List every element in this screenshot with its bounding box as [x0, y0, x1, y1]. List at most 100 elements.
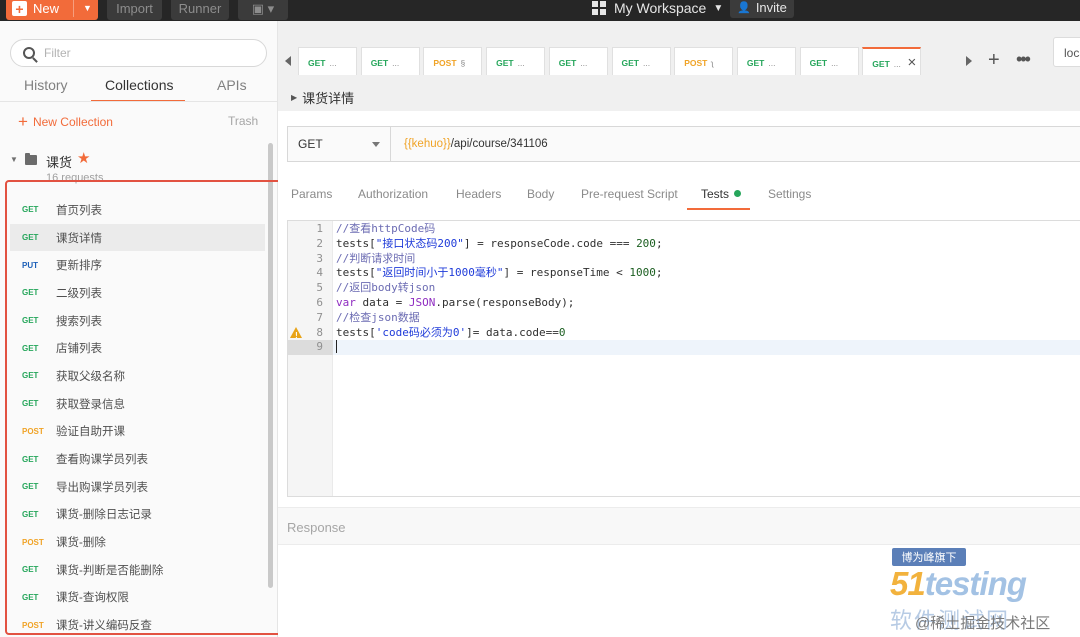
request-name: 获取登录信息	[56, 398, 125, 411]
sidebar-request-item[interactable]: GET 搜索列表	[10, 307, 265, 335]
watermark-logo-number: 51	[890, 565, 926, 602]
caret-down-icon[interactable]: ▼	[83, 3, 92, 13]
environment-selector[interactable]: loca	[1053, 37, 1080, 67]
method-badge: GET	[22, 592, 39, 602]
request-tab[interactable]: GET... ×	[862, 47, 922, 75]
response-label: Response	[287, 520, 346, 535]
code-line[interactable]: 9	[288, 340, 1080, 356]
url-bar: GET {{kehuo}}/api/course/341106	[287, 126, 1080, 162]
sidebar-request-item[interactable]: GET 获取登录信息	[10, 390, 265, 418]
request-name: 导出购课学员列表	[56, 481, 148, 494]
runner-button[interactable]: Runner	[171, 0, 229, 20]
method-select[interactable]: GET	[288, 127, 391, 161]
request-tab[interactable]: POST ʅ	[674, 47, 734, 75]
new-window-button[interactable]: ▣ ▾	[238, 0, 288, 20]
sidebar-request-item[interactable]: POST 课货-删除	[10, 528, 265, 556]
code-line[interactable]: 5 //返回body转json	[288, 281, 1080, 296]
line-number: 5	[316, 281, 323, 295]
request-tab[interactable]: GET...	[548, 47, 608, 75]
tab-history[interactable]: History	[24, 77, 68, 93]
tab-method: GET	[558, 58, 577, 68]
sidebar-request-item[interactable]: GET 二级列表	[10, 279, 265, 307]
tab-apis[interactable]: APIs	[217, 77, 247, 93]
scrollbar[interactable]	[268, 143, 273, 588]
sidebar-request-item[interactable]: POST 课货-讲义编码反查	[10, 611, 265, 637]
tab-ellipsis: ...	[768, 58, 776, 68]
tab-body[interactable]: Body	[527, 187, 554, 201]
tab-method: GET	[496, 58, 514, 68]
tab-tests[interactable]: Tests	[701, 187, 742, 201]
tab-method: POST	[433, 58, 457, 68]
invite-button[interactable]: 👤 Invite	[730, 0, 794, 18]
star-icon[interactable]: ★	[77, 149, 90, 167]
collection-header[interactable]: ▼ 课货 ★ 16 requests	[0, 146, 270, 186]
code-text: //查看httpCode码	[336, 222, 436, 235]
url-input[interactable]: {{kehuo}}/api/course/341106	[404, 138, 548, 150]
caret-right-icon[interactable]: ▶	[291, 93, 297, 102]
request-name: 查看购课学员列表	[56, 454, 148, 467]
request-tab[interactable]: GET...	[736, 47, 796, 75]
workspace-selector[interactable]: My Workspace ▼	[592, 0, 723, 16]
more-icon[interactable]: •••	[1016, 49, 1031, 70]
request-tab[interactable]: POST §	[423, 47, 483, 75]
divider	[73, 0, 74, 17]
method-badge: GET	[22, 482, 39, 492]
code-line[interactable]: 8tests['code码必须为0']= data.code==0	[288, 325, 1080, 343]
code-line[interactable]: 4 tests["返回时间小于1000毫秒"] = responseTime < …	[288, 266, 1080, 281]
tab-authorization[interactable]: Authorization	[358, 187, 428, 201]
sidebar-request-item[interactable]: GET 课货-查询权限	[10, 584, 265, 612]
sidebar-request-item[interactable]: GET 课货详情	[10, 223, 265, 252]
sidebar-request-item[interactable]: GET 课货-删除日志记录	[10, 501, 265, 529]
tab-params[interactable]: Params	[291, 187, 332, 201]
add-tab-icon[interactable]: +	[988, 49, 1000, 72]
tab-headers[interactable]: Headers	[456, 187, 501, 201]
code-text	[336, 340, 337, 356]
caret-down-icon[interactable]: ▼	[10, 155, 18, 164]
request-name: 课货-查询权限	[56, 592, 129, 605]
sidebar-request-item[interactable]: PUT 更新排序	[10, 251, 265, 279]
code-text: tests['code码必须为0']= data.code==0	[336, 325, 566, 339]
tab-method: GET	[872, 59, 890, 69]
request-title[interactable]: ▶ 课货详情	[291, 88, 354, 107]
sidebar-request-item[interactable]: GET 店铺列表	[10, 334, 265, 362]
request-tab[interactable]: GET...	[611, 47, 671, 75]
tab-pre-request-script[interactable]: Pre-request Script	[581, 187, 678, 201]
warning-icon	[290, 326, 302, 343]
trash-link[interactable]: Trash	[228, 114, 258, 128]
code-line[interactable]: 6 var data = JSON.parse(responseBody);	[288, 296, 1080, 311]
code-line[interactable]: 2 tests["接口状态码200"] = responseCode.code =…	[288, 237, 1080, 252]
close-icon[interactable]: ×	[908, 54, 917, 71]
tab-settings[interactable]: Settings	[768, 187, 811, 201]
code-line[interactable]: 7 //检查json数据	[288, 311, 1080, 326]
method-badge: POST	[22, 620, 44, 630]
request-tab[interactable]: GET...	[799, 47, 859, 75]
collection-name: 课货	[46, 155, 73, 170]
new-button[interactable]: + New ▼	[6, 0, 98, 20]
tab-ellipsis: ...	[580, 58, 588, 68]
sidebar-request-item[interactable]: GET 导出购课学员列表	[10, 473, 265, 501]
sidebar-request-item[interactable]: GET 首页列表	[10, 196, 265, 224]
request-tab[interactable]: GET...	[360, 47, 420, 75]
sidebar-request-item[interactable]: GET 课货-判断是否能删除	[10, 556, 265, 584]
new-collection-button[interactable]: + New Collection	[18, 113, 113, 130]
import-button[interactable]: Import	[107, 0, 162, 20]
sidebar-request-item[interactable]: GET 获取父级名称	[10, 362, 265, 390]
scroll-left-icon[interactable]	[285, 56, 291, 66]
request-name: 更新排序	[56, 260, 102, 273]
code-line[interactable]: 1 //查看httpCode码	[288, 222, 1080, 237]
add-user-icon: 👤	[737, 2, 751, 14]
method-badge: POST	[22, 426, 44, 436]
scroll-right-icon[interactable]	[966, 56, 972, 66]
filter-box[interactable]	[10, 39, 267, 67]
line-number: 6	[316, 296, 323, 309]
sidebar-request-item[interactable]: POST 验证自助开课	[10, 418, 265, 446]
filter-input[interactable]	[44, 46, 244, 60]
method-badge: POST	[22, 537, 44, 547]
tab-collections[interactable]: Collections	[105, 77, 173, 93]
sidebar-request-item[interactable]: GET 查看购课学员列表	[10, 445, 265, 473]
request-tab[interactable]: GET...	[298, 47, 357, 75]
code-editor[interactable]: 1 //查看httpCode码 2 tests["接口状态码200"] = respo…	[287, 220, 1080, 497]
request-tab[interactable]: GET...	[486, 47, 546, 75]
code-line[interactable]: 3 //判断请求时间	[288, 252, 1080, 267]
text-cursor	[336, 340, 337, 354]
